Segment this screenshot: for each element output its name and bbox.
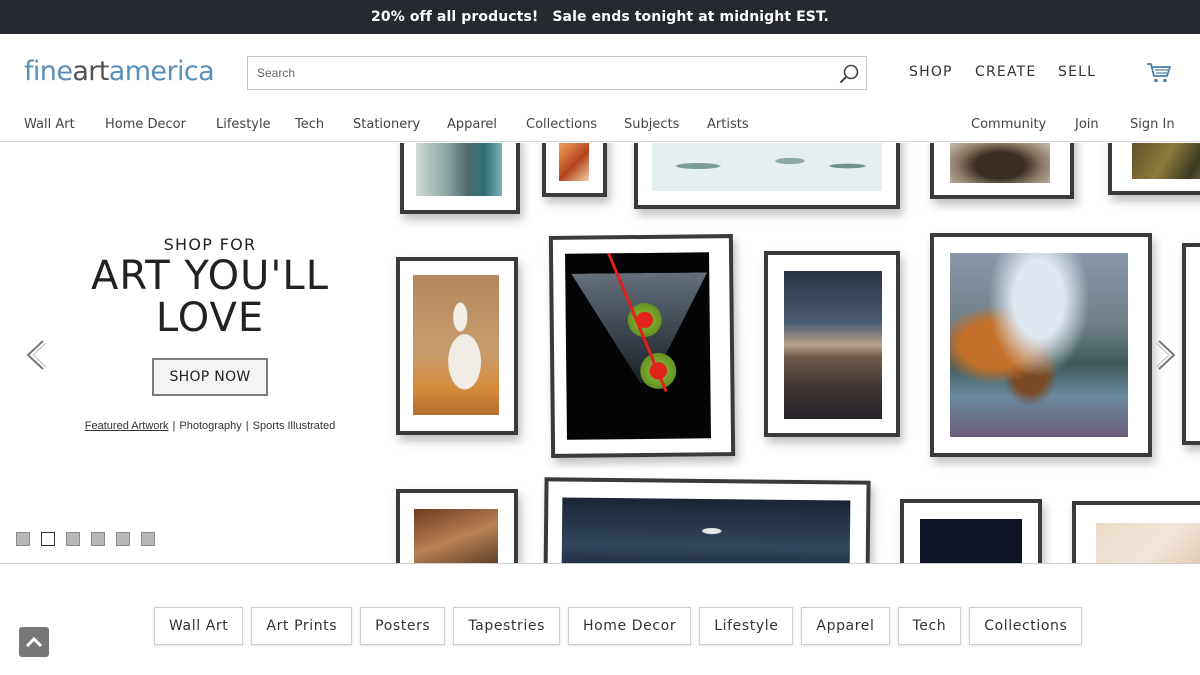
nav-apparel[interactable]: Apparel	[447, 117, 497, 132]
hero-carousel: SHOP FOR ART YOU'LL LOVE SHOP NOW Featur…	[0, 143, 1200, 564]
category-art-prints[interactable]: Art Prints	[251, 607, 353, 645]
carousel-indicators	[16, 532, 155, 546]
nav-home-decor[interactable]: Home Decor	[105, 117, 186, 132]
sports-illustrated-link[interactable]: Sports Illustrated	[253, 420, 336, 432]
nav-collections[interactable]: Collections	[526, 117, 597, 132]
carousel-dot[interactable]	[91, 532, 105, 546]
carousel-dot[interactable]	[116, 532, 130, 546]
framed-artwork	[764, 251, 900, 437]
shopping-cart-icon[interactable]	[1146, 61, 1172, 85]
chevron-up-icon	[25, 636, 43, 648]
framed-artwork	[543, 477, 871, 563]
shop-now-button[interactable]: SHOP NOW	[152, 358, 268, 396]
nav-stationery[interactable]: Stationery	[353, 117, 420, 132]
hero-title: ART YOU'LL LOVE	[0, 255, 420, 339]
nav-wall-art[interactable]: Wall Art	[24, 117, 75, 132]
framed-artwork	[548, 234, 736, 458]
category-home-decor[interactable]: Home Decor	[567, 607, 692, 645]
search-icon[interactable]	[838, 63, 860, 85]
carousel-dot[interactable]	[16, 532, 30, 546]
framed-artwork	[900, 499, 1042, 563]
category-lifestyle[interactable]: Lifestyle	[699, 607, 794, 645]
framed-artwork	[396, 489, 518, 563]
hero-title-line1: ART YOU'LL	[91, 253, 329, 299]
nav-community[interactable]: Community	[971, 117, 1046, 132]
nav-artists[interactable]: Artists	[707, 117, 749, 132]
carousel-dot-active[interactable]	[41, 532, 55, 546]
hero-title-line2: LOVE	[155, 295, 265, 341]
logo-part-america: america	[108, 56, 215, 87]
category-collections[interactable]: Collections	[969, 607, 1083, 645]
chevron-left-icon[interactable]	[23, 339, 49, 371]
nav-sign-in[interactable]: Sign In	[1130, 117, 1175, 132]
framed-artwork	[930, 143, 1074, 199]
promo-banner: 20% off all products! Sale ends tonight …	[0, 0, 1200, 34]
category-buttons: Wall Art Art Prints Posters Tapestries H…	[154, 607, 1083, 645]
site-header: fineartamerica SHOP CREATE SELL Wall Art…	[0, 34, 1200, 142]
sell-link[interactable]: SELL	[1058, 64, 1096, 80]
logo-part-art: art	[72, 56, 109, 87]
hero-links: Featured Artwork | Photography | Sports Illu…	[0, 420, 420, 432]
nav-subjects[interactable]: Subjects	[624, 117, 679, 132]
framed-artwork	[930, 233, 1152, 457]
search-input[interactable]	[248, 57, 808, 89]
framed-artwork	[634, 143, 900, 209]
create-link[interactable]: CREATE	[975, 64, 1036, 80]
carousel-dot[interactable]	[66, 532, 80, 546]
framed-artwork	[1108, 143, 1200, 195]
gallery-wall-image[interactable]	[390, 143, 1200, 563]
framed-artwork	[542, 143, 607, 197]
chevron-right-icon[interactable]	[1153, 339, 1179, 371]
logo-part-fine: fine	[24, 56, 73, 87]
link-separator: |	[245, 420, 249, 432]
framed-artwork	[1072, 501, 1200, 563]
framed-artwork	[1182, 243, 1200, 445]
nav-join[interactable]: Join	[1075, 117, 1099, 132]
category-tapestries[interactable]: Tapestries	[453, 607, 560, 645]
category-apparel[interactable]: Apparel	[801, 607, 890, 645]
category-tech[interactable]: Tech	[897, 607, 962, 645]
photography-link[interactable]: Photography	[179, 420, 241, 432]
scroll-to-top-button[interactable]	[19, 627, 49, 657]
promo-text: 20% off all products!	[371, 9, 539, 25]
site-logo[interactable]: fineartamerica	[24, 54, 215, 90]
featured-artwork-link[interactable]: Featured Artwork	[85, 420, 169, 432]
promo-deadline: Sale ends tonight at midnight EST.	[552, 9, 829, 25]
category-wall-art[interactable]: Wall Art	[154, 607, 244, 645]
search-box	[247, 56, 867, 90]
link-separator: |	[172, 420, 176, 432]
hero-subtitle: SHOP FOR	[163, 235, 257, 254]
nav-lifestyle[interactable]: Lifestyle	[216, 117, 271, 132]
category-posters[interactable]: Posters	[360, 607, 446, 645]
framed-artwork	[400, 143, 520, 214]
carousel-dot[interactable]	[141, 532, 155, 546]
nav-tech[interactable]: Tech	[295, 117, 324, 132]
shop-link[interactable]: SHOP	[909, 64, 953, 80]
